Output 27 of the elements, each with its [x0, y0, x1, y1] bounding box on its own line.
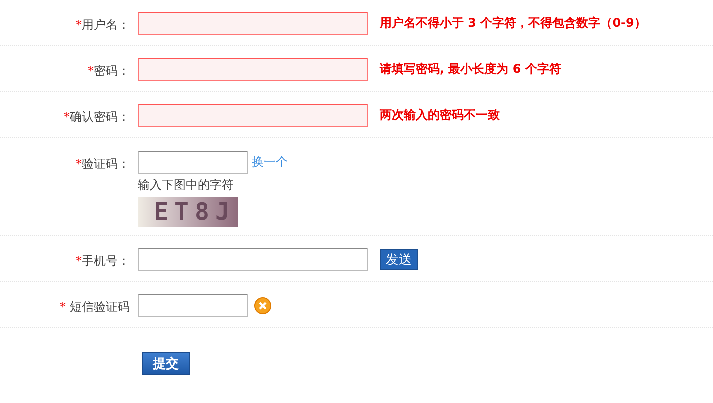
captcha-hint: 输入下图中的字符 — [138, 177, 234, 194]
field-label: 短信验证码 — [70, 300, 130, 314]
required-mark: * — [60, 300, 66, 314]
field-label: 用户名： — [82, 18, 130, 32]
field-label: 验证码： — [82, 157, 130, 171]
input-field[interactable] — [138, 58, 368, 81]
input-field[interactable] — [138, 294, 248, 317]
error-message: 用户名不得小于 3 个字符，不得包含数字（0-9） — [380, 15, 646, 32]
error-message: 两次输入的密码不一致 — [380, 107, 500, 124]
input-field[interactable] — [138, 104, 368, 127]
required-mark: * — [76, 18, 82, 32]
error-message: 请填写密码, 最小长度为 6 个字符 — [380, 61, 562, 78]
required-mark: * — [76, 254, 82, 268]
required-mark: * — [88, 64, 94, 78]
field-label: 密码： — [94, 64, 130, 78]
submit-button[interactable]: 提交 — [142, 352, 190, 375]
input-field[interactable] — [138, 12, 368, 35]
required-mark: * — [64, 110, 70, 124]
field-label: 确认密码： — [70, 110, 130, 124]
send-button[interactable]: 发送 — [380, 249, 418, 270]
input-field[interactable] — [138, 151, 248, 174]
refresh-link[interactable]: 换一个 — [252, 154, 288, 171]
captcha-image: ET8J — [138, 197, 238, 227]
required-mark: * — [76, 157, 82, 171]
input-field[interactable] — [138, 248, 368, 271]
field-label: 手机号： — [82, 254, 130, 268]
error-icon — [254, 296, 272, 314]
